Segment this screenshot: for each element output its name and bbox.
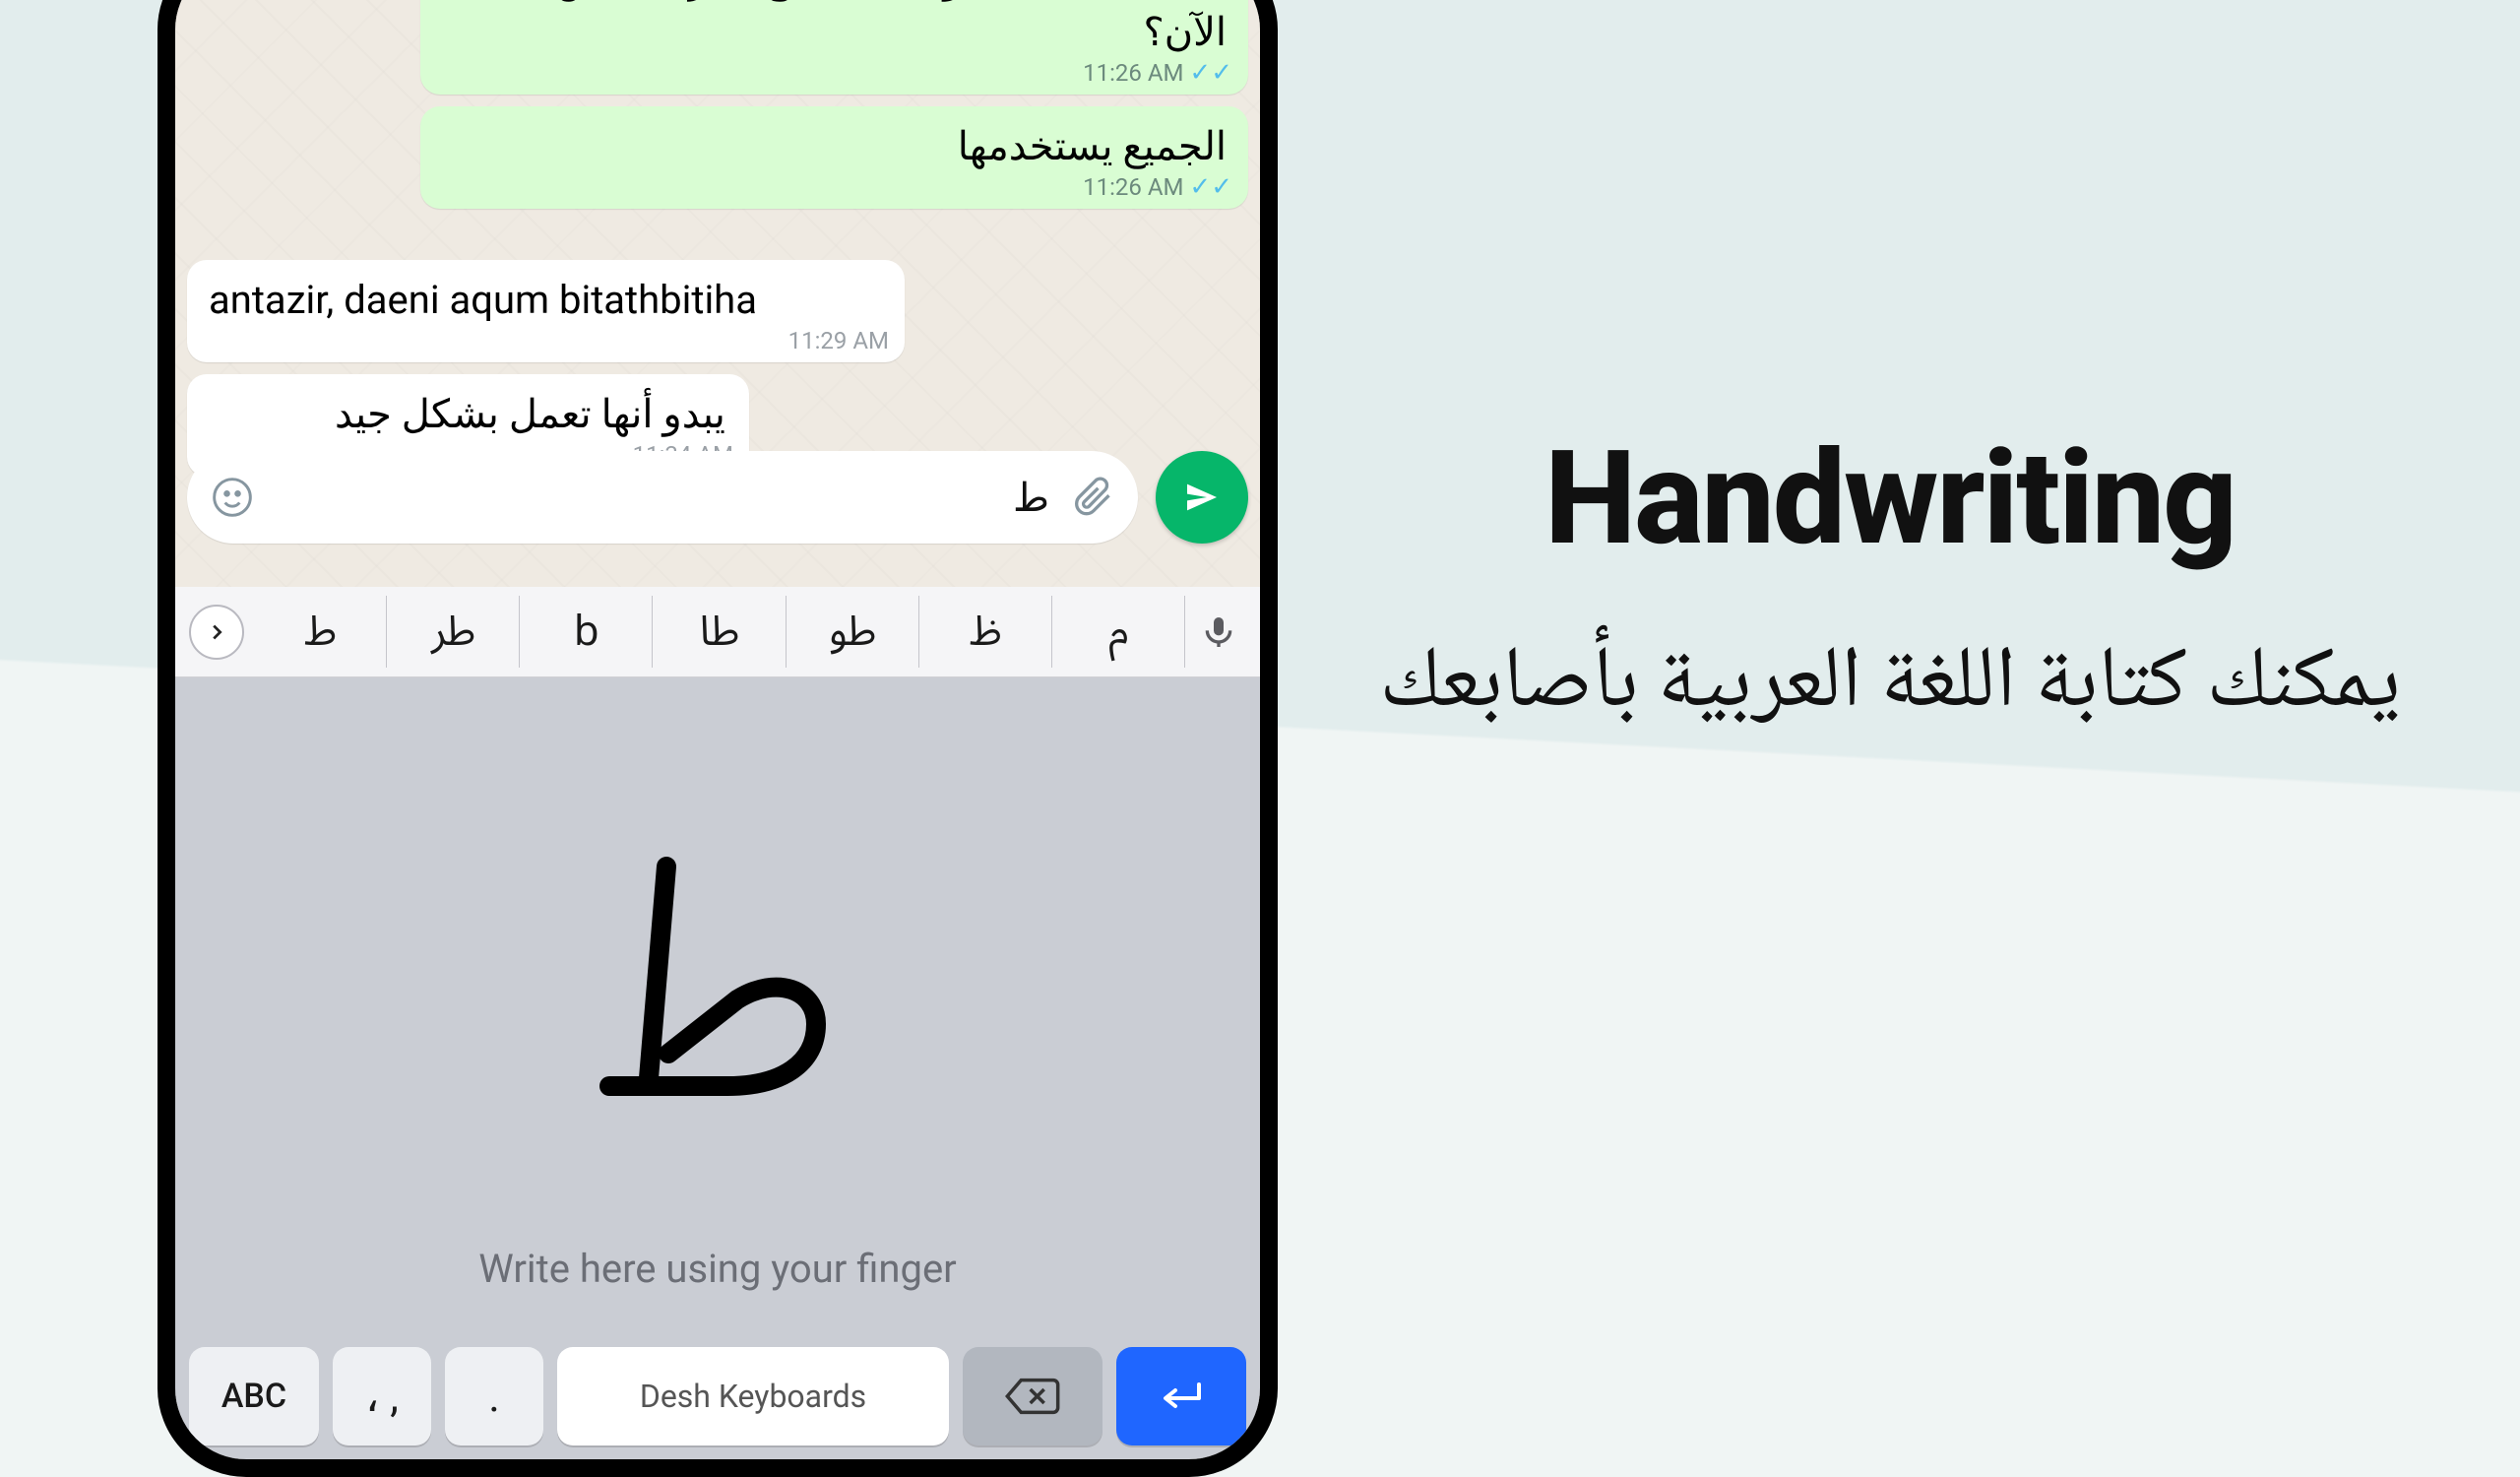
page: هلا قمت بتثبيت لوحة المفاتيح العربية ديش… xyxy=(0,0,2520,1418)
handwriting-area[interactable]: Write here using your finger xyxy=(175,677,1260,1331)
message-time: 11:26 AM ✓✓ xyxy=(1083,57,1232,89)
handwriting-hint: Write here using your finger xyxy=(478,1246,957,1292)
read-ticks-icon: ✓✓ xyxy=(1189,174,1232,200)
message-input-value: ط xyxy=(272,475,1053,521)
candidate[interactable]: b xyxy=(520,578,653,685)
spacebar-key[interactable]: Desh Keyboards xyxy=(557,1347,949,1445)
message-input[interactable]: ط xyxy=(187,451,1138,544)
period-key[interactable]: . xyxy=(445,1347,543,1445)
backspace-key[interactable] xyxy=(963,1347,1102,1445)
keyboard-bottom-row: ABC ، , . Desh Keyboards xyxy=(175,1343,1260,1449)
candidate[interactable]: طو xyxy=(787,578,919,685)
message-time: 11:29 AM xyxy=(788,325,889,356)
candidate[interactable]: ظ xyxy=(919,578,1052,685)
marketing-subtitle: يمكنك كتابة اللغة العربية بأصابعك xyxy=(1378,624,2402,750)
message-time: 11:26 AM ✓✓ xyxy=(1083,171,1232,203)
read-ticks-icon: ✓✓ xyxy=(1189,60,1232,86)
send-button[interactable] xyxy=(1156,451,1248,544)
compose-row: ط xyxy=(187,451,1248,544)
mic-icon[interactable] xyxy=(1191,612,1246,652)
switch-abc-key[interactable]: ABC xyxy=(189,1347,319,1445)
message-text: يبدو أنها تعمل بشكل جيد xyxy=(335,391,725,437)
marketing-panel: Handwriting يمكنك كتابة اللغة العربية بأ… xyxy=(1378,423,2402,750)
candidate[interactable]: ط xyxy=(254,578,387,685)
message-text: الجميع يستخدمها xyxy=(958,123,1227,169)
comma-key[interactable]: ، , xyxy=(333,1347,431,1445)
enter-key[interactable] xyxy=(1116,1347,1246,1445)
enter-icon xyxy=(1156,1379,1207,1414)
chat-background: هلا قمت بتثبيت لوحة المفاتيح العربية ديش… xyxy=(175,0,1260,589)
message-outgoing: الجميع يستخدمها 11:26 AM ✓✓ xyxy=(420,106,1248,209)
keyboard: ط طر b طا طو ظ م xyxy=(175,587,1260,1459)
message-incoming: antazir, daeni aqum bitathbitiha 11:29 A… xyxy=(187,260,905,362)
backspace-icon xyxy=(1005,1377,1060,1416)
candidate-bar: ط طر b طا طو ظ م xyxy=(175,587,1260,677)
attach-icon[interactable] xyxy=(1069,474,1116,521)
emoji-icon[interactable] xyxy=(209,474,256,521)
handwritten-stroke xyxy=(590,852,846,1118)
candidate[interactable]: م xyxy=(1052,578,1185,685)
message-outgoing: هلا قمت بتثبيت لوحة المفاتيح العربية ديش… xyxy=(420,0,1248,95)
candidate[interactable]: طا xyxy=(653,578,786,685)
candidate[interactable]: طر xyxy=(387,578,520,685)
phone-frame: هلا قمت بتثبيت لوحة المفاتيح العربية ديش… xyxy=(158,0,1278,1477)
message-text: هلا قمت بتثبيت لوحة المفاتيح العربية ديش… xyxy=(477,0,1227,55)
expand-candidates-button[interactable] xyxy=(189,605,244,660)
marketing-title: Handwriting xyxy=(1378,423,2402,575)
message-text: antazir, daeni aqum bitathbitiha xyxy=(209,277,757,323)
